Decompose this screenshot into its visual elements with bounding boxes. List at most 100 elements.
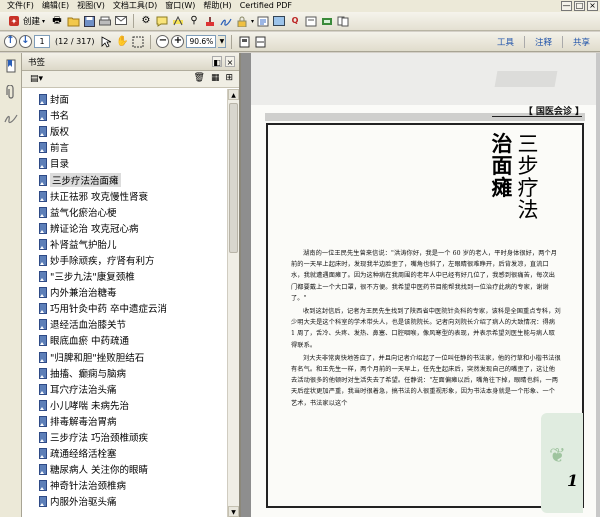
select-cursor-icon[interactable] — [99, 35, 113, 49]
create-button[interactable]: ✦ 创建 ▾ — [4, 14, 48, 29]
zoom-in-icon[interactable]: + — [171, 35, 185, 48]
menu-edit[interactable]: 编辑(E) — [38, 0, 73, 12]
zoom-dropdown-icon[interactable]: ▼ — [218, 35, 227, 48]
article-paragraph: 刘大夫非常爽快地答应了，并且向记者介绍起了一位叫任静的书法家，他的行草和小楷书法… — [291, 354, 561, 407]
restore-button[interactable]: □ — [574, 1, 585, 11]
zoom-out-icon[interactable]: − — [156, 35, 170, 48]
menu-certified-pdf[interactable]: Certified PDF — [236, 0, 296, 12]
scroll-up-icon[interactable]: ▲ — [228, 89, 239, 100]
bookmark-item[interactable]: 退经活血治膝关节 — [22, 316, 228, 332]
hand-tool-icon[interactable]: ✋ — [115, 35, 129, 49]
next-page-icon[interactable]: ↓ — [19, 35, 32, 48]
menu-window[interactable]: 窗口(W) — [161, 0, 199, 12]
bookmarks-panel-icon[interactable] — [3, 57, 19, 75]
bookmarks-toolbar: ▤▾ 🗑 ▦ ⊞ — [22, 71, 239, 88]
document-page: 【 国医会诊 】 治 面 瘫 三 步 疗 法 湖南的一位王民先生曾来信说："洪涛… — [251, 53, 596, 517]
save-icon[interactable] — [82, 14, 96, 28]
settings-gear-icon[interactable]: ⚙ — [139, 14, 153, 28]
bookmark-item[interactable]: 疏通经络活栓塞 — [22, 445, 228, 461]
bookmark-item[interactable]: 益气化瘀治心梗 — [22, 204, 228, 220]
bookmark-icon — [38, 94, 47, 106]
bookmark-item[interactable]: 内服外治驱头痛 — [22, 493, 228, 509]
bookmark-item[interactable]: 糖尿病人 关注你的眼睛 — [22, 461, 228, 477]
stamp-icon[interactable] — [203, 14, 217, 28]
highlight-icon[interactable] — [171, 14, 185, 28]
create-icon: ✦ — [7, 14, 21, 28]
bookmark-icon — [38, 383, 47, 395]
panel-float-icon[interactable]: ◧ — [212, 56, 222, 67]
bookmark-item[interactable]: 神奇针法治颈椎病 — [22, 477, 228, 493]
bookmark-item[interactable]: 扶正祛邪 攻克慢性肾衰 — [22, 188, 228, 204]
bookmark-icon — [38, 496, 47, 508]
menu-help[interactable]: 帮助(H) — [199, 0, 235, 12]
options-menu-icon[interactable]: ▤▾ — [30, 74, 43, 84]
forms-icon[interactable] — [304, 14, 318, 28]
secure-icon[interactable] — [235, 14, 249, 28]
close-button[interactable]: × — [587, 1, 598, 11]
bookmark-item[interactable]: 妙手除顽疾，疗肾有利方 — [22, 252, 228, 268]
bookmark-item[interactable]: 三步疗法 巧治颈椎顽疾 — [22, 429, 228, 445]
email-icon[interactable] — [114, 14, 128, 28]
share-link[interactable]: 共享 — [567, 36, 596, 48]
document-scrollbar[interactable] — [596, 53, 600, 517]
bookmark-item[interactable]: 辨证论治 攻克冠心病 — [22, 220, 228, 236]
bookmark-item[interactable]: "三步九法"康复颈椎 — [22, 268, 228, 284]
comment-icon[interactable] — [155, 14, 169, 28]
review-icon[interactable] — [256, 14, 270, 28]
bookmark-item[interactable]: 版权 — [22, 123, 228, 139]
scroll-down-icon[interactable]: ▼ — [228, 506, 239, 517]
bookmark-item[interactable]: 补肾益气护胎儿 — [22, 236, 228, 252]
print-icon-2[interactable] — [98, 14, 112, 28]
bookmark-label: 版权 — [50, 127, 70, 139]
bookmark-icon — [38, 448, 47, 460]
menu-view[interactable]: 视图(V) — [73, 0, 109, 12]
bookmark-label: "归脾和胆"挫败胆结石 — [50, 352, 145, 364]
panel-close-icon[interactable]: × — [225, 56, 235, 67]
menu-file[interactable]: 文件(F) — [0, 0, 38, 12]
bookmark-item[interactable]: 排毒解毒治胃病 — [22, 413, 228, 429]
scroll-thumb[interactable] — [229, 103, 238, 253]
section-rule — [492, 116, 582, 117]
bookmarks-scrollbar[interactable]: ▲ ▼ — [227, 89, 239, 517]
fit-width-icon[interactable] — [253, 35, 267, 49]
open-folder-icon[interactable] — [66, 14, 80, 28]
comment-link[interactable]: 注释 — [529, 36, 558, 48]
sign-icon[interactable] — [219, 14, 233, 28]
signatures-icon[interactable] — [3, 109, 19, 127]
bookmark-item[interactable]: "归脾和胆"挫败胆结石 — [22, 349, 228, 365]
divider — [523, 36, 525, 48]
tools-link[interactable]: 工具 — [491, 36, 520, 48]
bookmark-item[interactable]: 三步疗法治面瘫 — [22, 171, 228, 187]
zoom-level-input[interactable]: 90.6% — [186, 35, 217, 48]
bookmark-item[interactable]: 小儿哮喘 未病先治 — [22, 397, 228, 413]
article-paragraph: 湖南的一位王民先生曾来信说："洪涛你好，我是一个 60 岁的老人，平时身体很好，… — [291, 250, 558, 302]
pages-icon[interactable] — [336, 14, 350, 28]
bookmark-item[interactable]: 巧用针灸中药 卒中遗症云消 — [22, 300, 228, 316]
marquee-zoom-icon[interactable] — [131, 35, 145, 49]
bookmark-item[interactable]: 前言 — [22, 139, 228, 155]
fullscreen-icon[interactable] — [272, 14, 286, 28]
fit-page-icon[interactable] — [237, 35, 251, 49]
bookmark-label: 内服外治驱头痛 — [50, 497, 117, 509]
menu-document-tools[interactable]: 文档工具(D) — [109, 0, 161, 12]
bookmark-item[interactable]: 封面 — [22, 91, 228, 107]
chevron-down-icon[interactable]: ▾ — [251, 18, 254, 25]
bookmark-item[interactable]: 内外兼治治糖毒 — [22, 284, 228, 300]
bookmark-item[interactable]: 耳穴疗法治头痛 — [22, 381, 228, 397]
bookmark-item[interactable]: 抽搐、癫痫与脑病 — [22, 365, 228, 381]
print-icon[interactable]: 🖶 — [50, 14, 64, 28]
page-number-input[interactable]: 1 — [34, 35, 50, 48]
previous-page-icon[interactable]: ↑ — [4, 35, 17, 48]
attachments-icon[interactable] — [3, 83, 19, 101]
bookmark-icon — [38, 432, 47, 444]
bookmark-item[interactable]: 眼底血瘀 中药疏通 — [22, 332, 228, 348]
attach-icon[interactable]: ⚲ — [187, 14, 201, 28]
expand-bookmark-icon[interactable]: ⊞ — [225, 73, 233, 83]
bookmark-item[interactable]: 书名 — [22, 107, 228, 123]
minimize-button[interactable]: — — [561, 1, 572, 11]
new-bookmark-icon[interactable]: ▦ — [211, 73, 220, 83]
adobe-pdf-icon[interactable]: Q — [288, 14, 302, 28]
bookmark-item[interactable]: 目录 — [22, 155, 228, 171]
delete-bookmark-icon[interactable]: 🗑 — [194, 73, 205, 83]
multimedia-icon[interactable] — [320, 14, 334, 28]
